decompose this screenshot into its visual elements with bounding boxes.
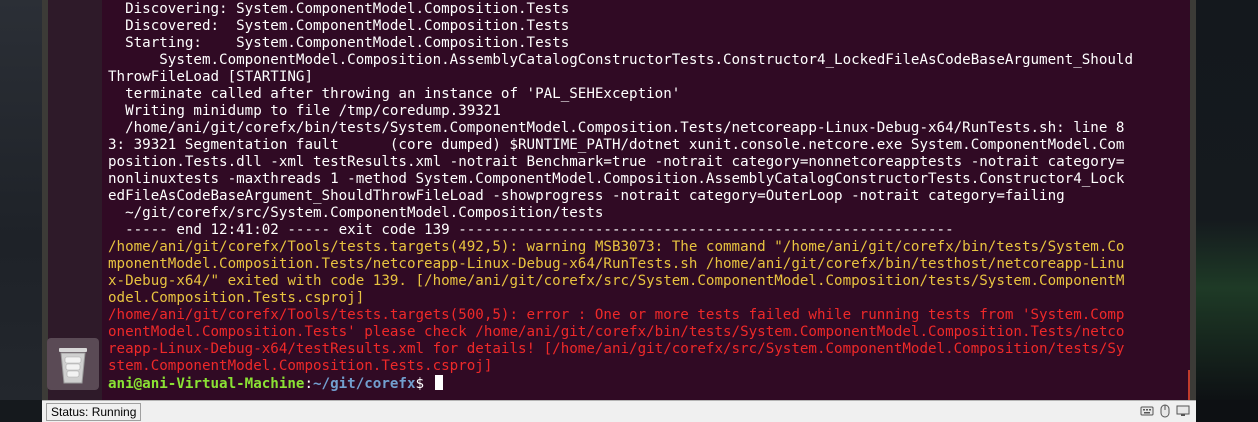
vm-frame-right — [1190, 0, 1196, 400]
mouse-icon[interactable] — [1158, 404, 1172, 418]
prompt-user-host: ani@ani-Virtual-Machine — [108, 376, 305, 392]
terminal-prompt-line[interactable]: ani@ani-Virtual-Machine:~/git/corefx$ — [108, 375, 1186, 392]
desktop-background-bottom-right — [1196, 400, 1258, 422]
terminal-line: onentModel.Composition.Tests' please che… — [108, 324, 1125, 340]
desktop-background-left — [0, 0, 42, 400]
terminal-line: ThrowFileLoad [STARTING] — [108, 69, 313, 85]
terminal-line: nonlinuxtests -maxthreads 1 -method Syst… — [108, 171, 1125, 187]
status-icons — [1140, 404, 1190, 418]
terminal-line: /home/ani/git/corefx/bin/tests/System.Co… — [108, 120, 1125, 136]
vm-status-bar: Status: Running — [42, 400, 1196, 422]
terminal-line: x-Debug-x64/" exited with code 139. [/ho… — [108, 273, 1125, 289]
keyboard-icon[interactable] — [1140, 404, 1154, 418]
desktop-background-right — [1196, 0, 1258, 400]
terminal-line: /home/ani/git/corefx/Tools/tests.targets… — [108, 239, 1125, 255]
vm-status-text: Status: Running — [46, 403, 142, 421]
terminal-line: reapp-Linux-Debug-x64/testResults.xml fo… — [108, 341, 1125, 357]
terminal-line: odel.Composition.Tests.csproj] — [108, 290, 365, 306]
terminal-line: stem.ComponentModel.Composition.Tests.cs… — [108, 358, 493, 374]
terminal-line: System.ComponentModel.Composition.Assemb… — [108, 52, 1133, 68]
terminal-line: Writing minidump to file /tmp/coredump.3… — [108, 103, 501, 119]
prompt-symbol: $ — [415, 376, 433, 392]
trash-icon — [59, 348, 87, 384]
display-icon[interactable] — [1176, 404, 1190, 418]
terminal-line: Discovered: System.ComponentModel.Compos… — [108, 18, 570, 34]
terminal-line: ~/git/corefx/src/System.ComponentModel.C… — [108, 205, 604, 221]
trash-launcher-button[interactable] — [47, 338, 99, 390]
text-cursor — [434, 375, 443, 390]
terminal-line: mponentModel.Composition.Tests/netcoreap… — [108, 256, 1125, 272]
terminal-line: edFileAsCodeBaseArgument_ShouldThrowFile… — [108, 188, 1065, 204]
terminal-line: terminate called after throwing an insta… — [108, 86, 681, 102]
terminal-window[interactable]: Discovering: System.ComponentModel.Compo… — [102, 0, 1190, 400]
prompt-separator: : — [304, 376, 314, 392]
desktop-background-bottom-left — [0, 400, 42, 422]
terminal-line: 3: 39321 Segmentation fault (core dumped… — [108, 137, 1125, 153]
terminal-line: Starting: System.ComponentModel.Composit… — [108, 35, 570, 51]
prompt-path: ~/git/corefx — [313, 376, 416, 392]
terminal-line: ----- end 12:41:02 ----- exit code 139 -… — [108, 222, 954, 238]
terminal-output: Discovering: System.ComponentModel.Compo… — [108, 1, 1186, 392]
terminal-line: /home/ani/git/corefx/Tools/tests.targets… — [108, 307, 1125, 323]
terminal-line: Discovering: System.ComponentModel.Compo… — [108, 1, 570, 17]
terminal-line: position.Tests.dll -xml testResults.xml … — [108, 154, 1125, 170]
